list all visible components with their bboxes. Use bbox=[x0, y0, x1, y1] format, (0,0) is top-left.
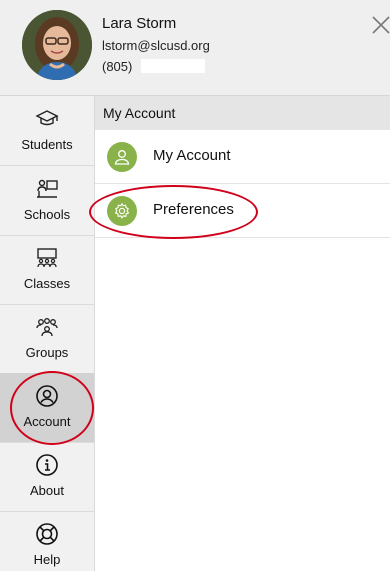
graduation-cap-icon bbox=[35, 110, 59, 126]
sidebar-item-schools[interactable]: Schools bbox=[0, 166, 94, 236]
user-name: Lara Storm bbox=[102, 15, 177, 32]
sidebar-item-label: Help bbox=[33, 552, 61, 567]
info-icon bbox=[36, 454, 58, 476]
groups-icon bbox=[36, 318, 58, 337]
close-icon bbox=[372, 16, 390, 34]
user-email: lstorm@slcusd.org bbox=[102, 38, 210, 53]
menu-item-my-account[interactable]: My Account bbox=[95, 130, 390, 184]
sidebar-item-about[interactable]: About bbox=[0, 442, 94, 512]
user-icon bbox=[107, 142, 137, 172]
account-icon bbox=[36, 385, 58, 407]
sidebar-item-account[interactable]: Account bbox=[0, 373, 94, 443]
classes-icon bbox=[37, 248, 57, 268]
menu-item-label: My Account bbox=[153, 147, 231, 164]
sidebar-item-label: Students bbox=[21, 137, 73, 152]
sidebar-item-label: Account bbox=[23, 414, 71, 429]
sidebar-item-label: About bbox=[30, 483, 64, 498]
sidebar-item-label: Groups bbox=[25, 345, 69, 360]
close-button[interactable] bbox=[370, 14, 390, 36]
school-icon bbox=[37, 179, 58, 198]
redacted-phone-block bbox=[141, 59, 205, 73]
sidebar-item-help[interactable]: Help bbox=[0, 511, 94, 580]
menu-item-preferences[interactable]: Preferences bbox=[95, 184, 390, 238]
avatar bbox=[22, 10, 92, 80]
menu-item-label: Preferences bbox=[153, 201, 234, 218]
sidebar-item-classes[interactable]: Classes bbox=[0, 235, 94, 305]
section-header: My Account bbox=[95, 96, 390, 130]
section-title: My Account bbox=[103, 105, 176, 121]
sidebar-item-label: Schools bbox=[23, 207, 71, 222]
lifebuoy-icon bbox=[36, 523, 58, 545]
account-header: Lara Storm lstorm@slcusd.org (805) bbox=[0, 0, 390, 96]
sidebar-item-students[interactable]: Students bbox=[0, 96, 94, 166]
user-phone: (805) bbox=[102, 59, 133, 74]
sidebar-nav: Students Schools Classes Groups Account … bbox=[0, 96, 95, 571]
gear-icon bbox=[107, 196, 137, 226]
sidebar-item-label: Classes bbox=[23, 276, 71, 291]
sidebar-item-groups[interactable]: Groups bbox=[0, 304, 94, 374]
